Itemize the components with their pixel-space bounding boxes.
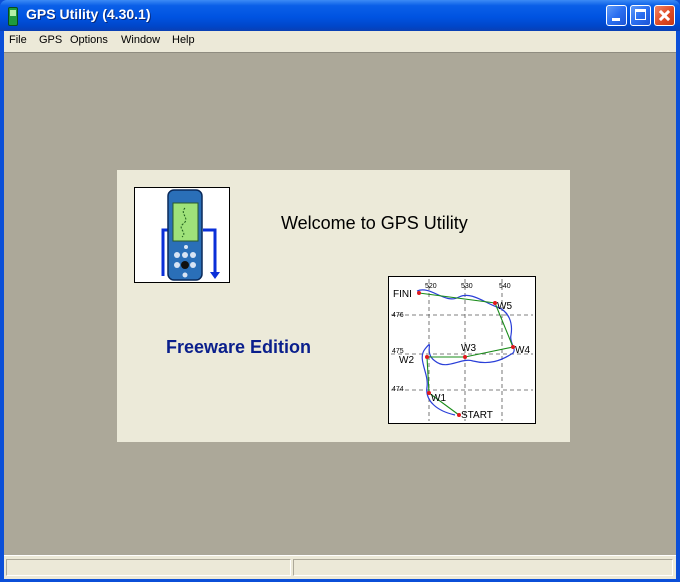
close-icon	[655, 6, 674, 25]
menu-options[interactable]: Options	[70, 34, 108, 46]
map-x-tick-530: 530	[461, 283, 473, 290]
menu-help[interactable]: Help	[172, 34, 195, 46]
gps-device-icon	[134, 187, 230, 283]
menu-file[interactable]: File	[9, 34, 27, 46]
edition-label: Freeware Edition	[166, 337, 312, 357]
map-waypoint-fini: FINI	[393, 289, 412, 300]
map-waypoint-w1: W1	[431, 393, 446, 404]
title-bar[interactable]: GPS Utility (4.30.1)	[0, 0, 680, 31]
status-pane-left	[6, 559, 291, 576]
route-map-icon: FINI W5 W4 W3 W2 W1 START 520 530 540 47…	[388, 276, 536, 424]
status-bar	[4, 555, 676, 579]
map-y-tick-474: 474	[392, 386, 404, 393]
window-title: GPS Utility (4.30.1)	[26, 6, 151, 22]
menu-bar: File GPS Options Window Help	[4, 31, 676, 51]
map-waypoint-start: START	[461, 410, 493, 421]
mdi-workspace[interactable]: Welcome to GPS Utility Freeware Edition	[4, 52, 676, 555]
minimize-icon	[612, 18, 620, 21]
welcome-heading: Welcome to GPS Utility	[281, 213, 468, 233]
client-area: File GPS Options Window Help Welcome to …	[4, 31, 676, 579]
menu-window[interactable]: Window	[121, 34, 160, 46]
map-x-tick-520: 520	[425, 283, 437, 290]
map-y-tick-475: 475	[392, 348, 404, 355]
map-waypoint-w2: W2	[399, 355, 414, 366]
splash-panel: Welcome to GPS Utility Freeware Edition	[117, 170, 570, 442]
map-waypoint-w3: W3	[461, 343, 476, 354]
map-waypoint-w4: W4	[515, 345, 530, 356]
map-x-tick-540: 540	[499, 283, 511, 290]
route-map-graphic: FINI W5 W4 W3 W2 W1 START 520 530 540 47…	[391, 279, 533, 421]
minimize-button[interactable]	[606, 5, 627, 26]
map-y-tick-476: 476	[392, 312, 404, 319]
app-window: GPS Utility (4.30.1) File GPS Options Wi…	[0, 0, 680, 582]
menu-gps[interactable]: GPS	[39, 34, 62, 46]
close-button[interactable]	[654, 5, 675, 26]
gps-device-graphic	[161, 189, 220, 281]
maximize-icon	[635, 9, 646, 20]
map-waypoint-w5: W5	[497, 301, 512, 312]
status-pane-right	[293, 559, 673, 576]
maximize-button[interactable]	[630, 5, 651, 26]
gps-app-icon[interactable]	[8, 7, 18, 26]
